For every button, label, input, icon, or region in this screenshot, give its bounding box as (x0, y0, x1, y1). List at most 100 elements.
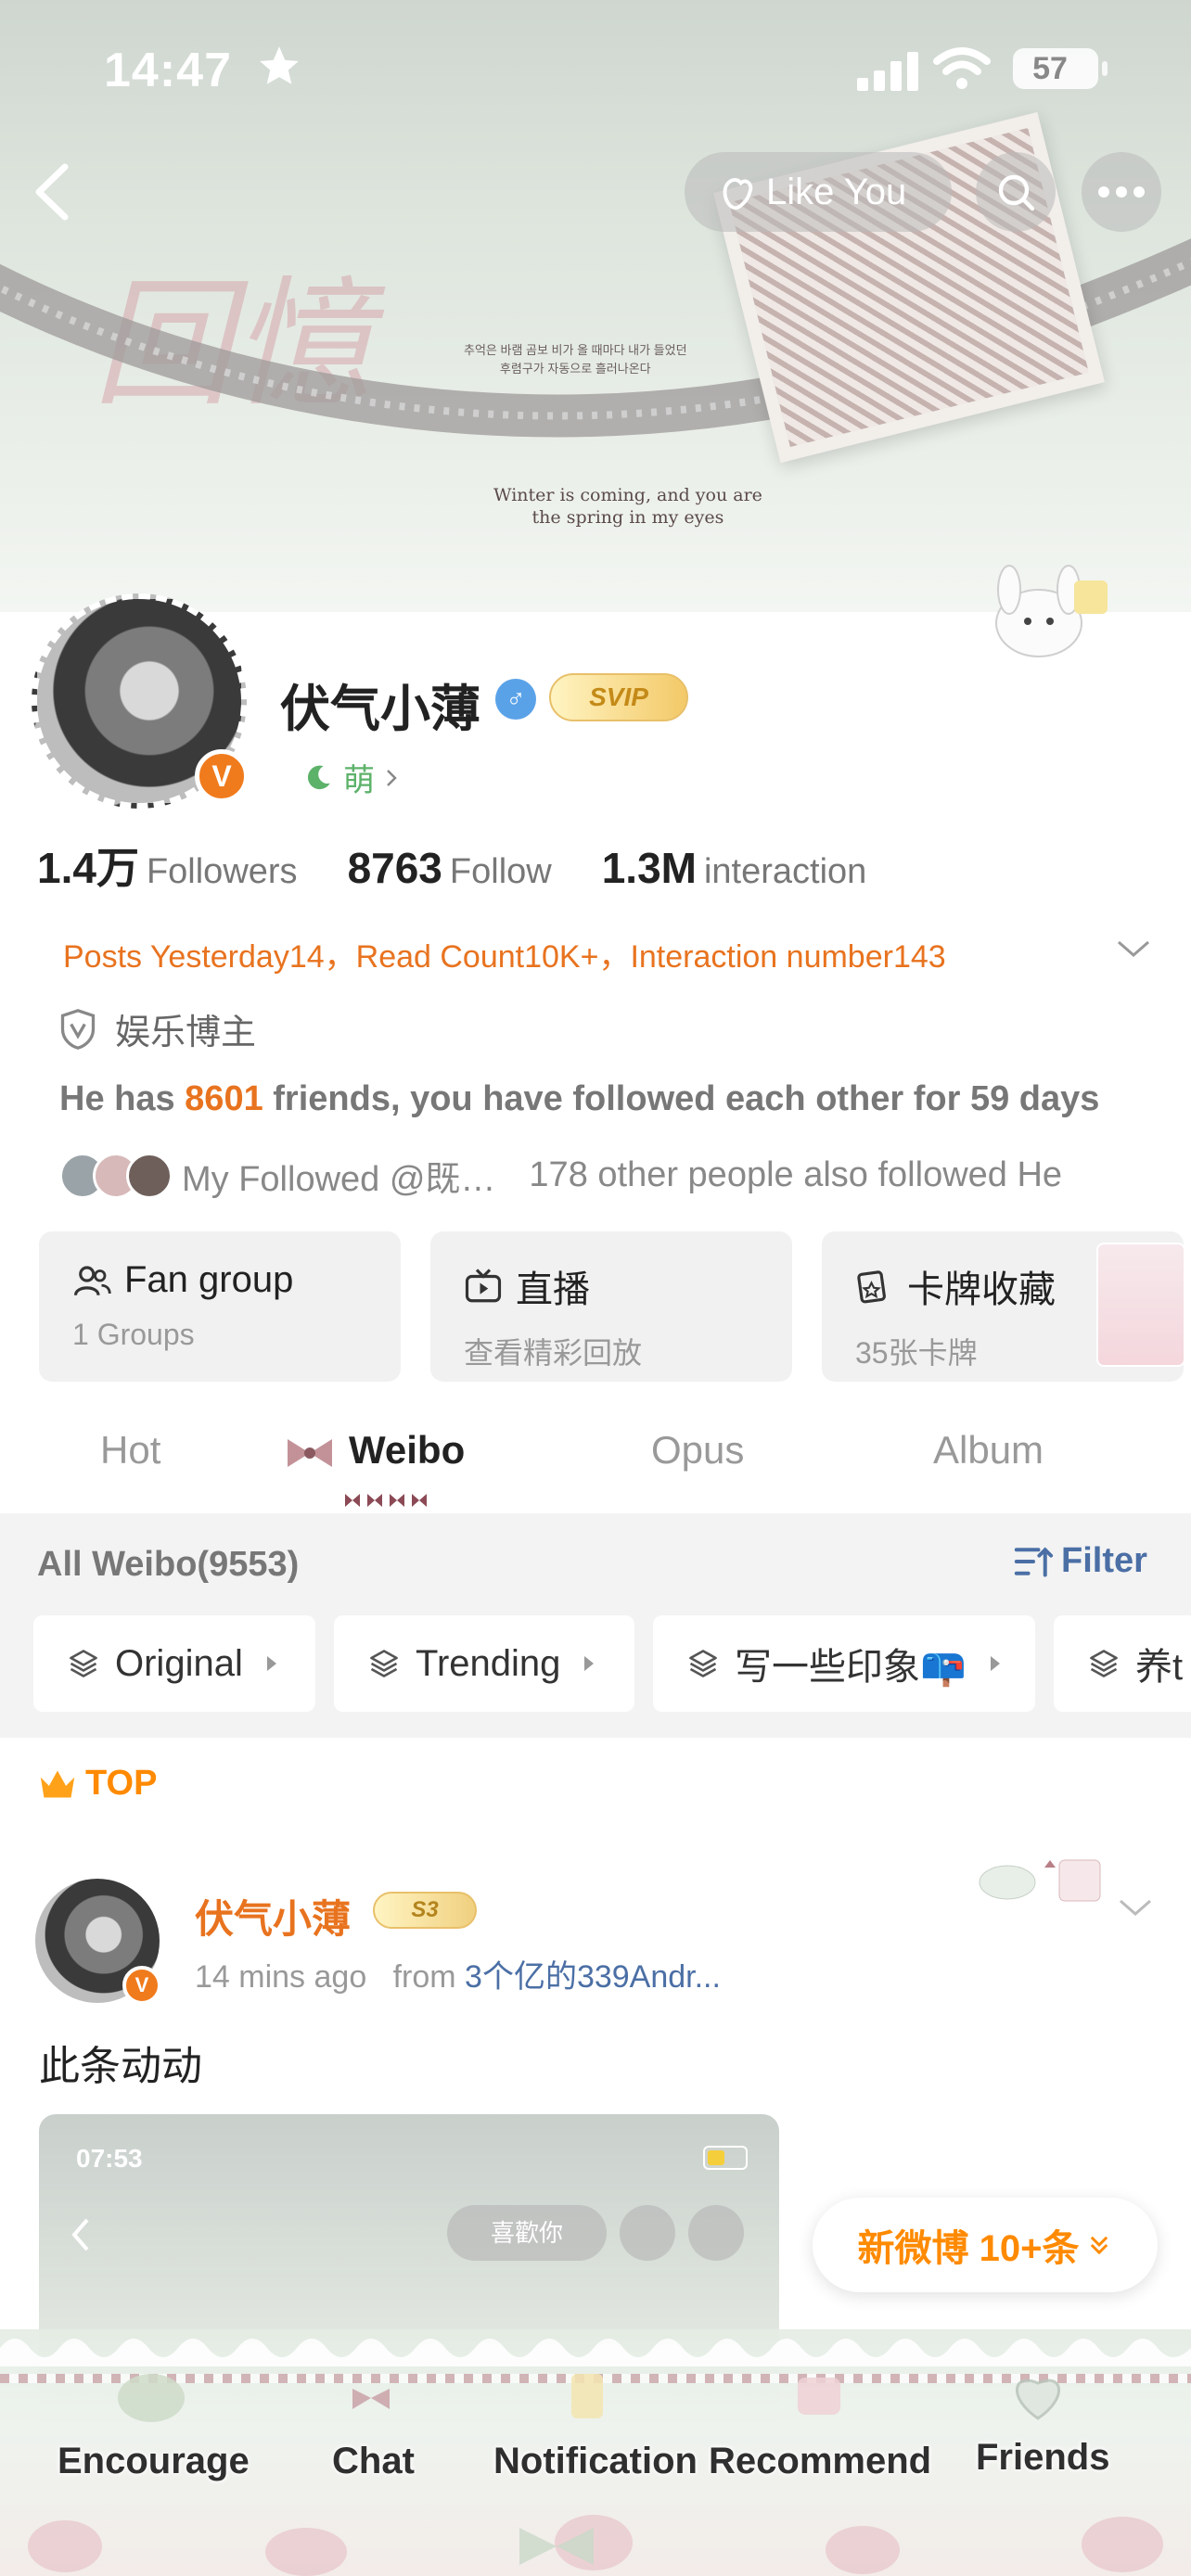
post-time: 14 mins ago (195, 1959, 367, 1995)
encourage-icon (118, 2374, 185, 2422)
like-you-label: Like You (766, 171, 907, 212)
filter-icon (1014, 1546, 1054, 1577)
post-text: 此条动动 (39, 2044, 202, 2089)
group-icon (73, 1265, 111, 1295)
chip-impressions[interactable]: 写一些印象📪 (653, 1615, 1035, 1712)
profile-stats: 1.4万 Followers 8763 Follow 1.3M interaction (37, 835, 866, 896)
avatar (126, 1152, 173, 1199)
notification-icon (571, 2374, 603, 2418)
post-author-name[interactable]: 伏气小薄 (195, 1888, 351, 1945)
tab-encourage[interactable]: Encourage (58, 2441, 250, 2482)
category-tag[interactable]: 娱乐博主 (58, 1003, 256, 1054)
shield-v-icon (60, 1008, 96, 1050)
tab-album[interactable]: Album (933, 1428, 1044, 1473)
recommend-icon (798, 2378, 840, 2415)
svip-badge[interactable]: SVIP (549, 673, 688, 721)
crown-icon (40, 1769, 75, 1798)
friends-info: He has 8601 friends, you have followed e… (59, 1079, 1100, 1118)
card-thumbnail (1096, 1243, 1185, 1367)
battery-icon: 57 (1013, 48, 1098, 89)
search-button[interactable] (976, 152, 1056, 232)
mutual-follow-info[interactable]: My Followed @既… 178 other people also fo… (59, 1150, 1062, 1201)
wifi-icon (933, 47, 991, 89)
feature-cards: Fan group 1 Groups 直播 查看精彩回放 卡牌收藏 35张卡牌 (39, 1231, 1185, 1382)
post-level-badge: S3 (373, 1892, 477, 1929)
fan-group-card[interactable]: Fan group 1 Groups (39, 1231, 401, 1382)
tab-notification[interactable]: Notification (493, 2441, 698, 2482)
chevron-down-icon[interactable] (1117, 1895, 1154, 1919)
battery-tip (1102, 61, 1108, 76)
more-button[interactable] (1082, 152, 1161, 232)
bottom-tab-bar: Encourage Chat Notification Recommend Fr… (0, 2329, 1191, 2576)
post-image-time: 07:53 (76, 2144, 143, 2173)
post-source-link[interactable]: 3个亿的339Andr... (465, 1959, 721, 1995)
search-icon (998, 174, 1035, 211)
moe-tag-label: 萌 (343, 763, 375, 798)
layers-icon (689, 1650, 717, 1677)
banner-caption: Winter is coming, and you are the spring… (493, 485, 762, 528)
more-dots-icon (1098, 186, 1145, 198)
chip-trending[interactable]: Trending (334, 1615, 634, 1712)
bows-underline-icon (345, 1494, 427, 1507)
more-dots-icon (688, 2205, 744, 2261)
all-weibo-count: All Weibo(9553) (37, 1545, 300, 1584)
profile-name: 伏气小薄 (280, 682, 480, 737)
double-chevron-down-icon (1091, 2236, 1108, 2255)
chat-icon (352, 2389, 390, 2409)
tab-weibo[interactable]: Weibo (349, 1428, 465, 1473)
tab-friends[interactable]: Friends (976, 2437, 1109, 2479)
profile-avatar[interactable]: V (32, 593, 249, 809)
card-collection-card[interactable]: 卡牌收藏 35张卡牌 (822, 1231, 1185, 1382)
layers-icon (70, 1650, 97, 1677)
chevron-right-icon (387, 769, 397, 786)
post-meta: 14 mins ago from 3个亿的339Andr... (195, 1959, 721, 1995)
back-arrow-icon[interactable] (26, 159, 78, 224)
tab-recommend[interactable]: Recommend (709, 2441, 931, 2482)
banner-korean-text: 추억은 바램 곰보 비가 올 때마다 내가 들었던 후렴구가 자동으로 흘러나온… (464, 343, 687, 376)
chevron-down-icon[interactable] (1113, 935, 1154, 963)
post-avatar[interactable]: V (35, 1879, 161, 2005)
battery-icon (703, 2146, 748, 2170)
gender-male-icon: ♂ (495, 679, 536, 720)
live-card[interactable]: 直播 查看精彩回放 (430, 1231, 792, 1382)
moon-icon (307, 765, 330, 789)
tv-play-icon (465, 1269, 502, 1303)
post-sticker-icon (979, 1859, 1101, 1902)
search-icon (620, 2205, 675, 2261)
bunny-pattern-decoration (28, 2515, 1163, 2576)
mutual-avatars (59, 1152, 173, 1199)
category-tag-label: 娱乐博主 (115, 1014, 257, 1052)
posts-summary[interactable]: Posts Yesterday14，Read Count10K+，Interac… (63, 931, 946, 976)
bunny-sticker-icon (995, 565, 1108, 657)
profile-tabs: Hot Weibo Opus Album (0, 1419, 1191, 1511)
card-collection-icon (857, 1270, 886, 1304)
pinned-top-label: TOP (37, 1764, 157, 1804)
mutual-followed-text: My Followed @既… (182, 1160, 496, 1199)
signal-icon (857, 52, 918, 91)
moe-tag[interactable]: 萌 (302, 755, 399, 800)
filter-button[interactable]: Filter (1013, 1541, 1147, 1581)
verified-badge: V (122, 1966, 161, 2005)
weibo-list-header: All Weibo(9553) Filter Original Trending… (0, 1513, 1191, 1738)
back-arrow-icon (71, 2218, 89, 2251)
stat-followers[interactable]: 1.4万 Followers (37, 835, 298, 896)
tab-opus[interactable]: Opus (651, 1428, 744, 1473)
stat-interaction[interactable]: 1.3M interaction (602, 843, 867, 893)
star-icon (260, 46, 299, 84)
peach-hand-icon (723, 178, 753, 210)
mutual-others-text: 178 other people also followed He (529, 1155, 1063, 1194)
post-image-like: 喜歡你 (447, 2205, 607, 2261)
chip-original[interactable]: Original (33, 1615, 315, 1712)
verified-badge: V (195, 749, 249, 803)
chip-partial[interactable]: 养t (1054, 1615, 1191, 1712)
bow-decoration-icon (288, 1439, 332, 1467)
layers-icon (370, 1650, 398, 1677)
layers-icon (1090, 1650, 1118, 1677)
tab-chat[interactable]: Chat (332, 2441, 415, 2482)
filter-chips: Original Trending 写一些印象📪 养t (33, 1615, 1191, 1712)
friends-icon (1016, 2378, 1060, 2420)
like-you-button[interactable]: Like You (685, 152, 952, 232)
new-posts-button[interactable]: 新微博 10+条 (813, 2198, 1158, 2292)
stat-follow[interactable]: 8763 Follow (348, 843, 552, 893)
tab-hot[interactable]: Hot (100, 1428, 160, 1473)
